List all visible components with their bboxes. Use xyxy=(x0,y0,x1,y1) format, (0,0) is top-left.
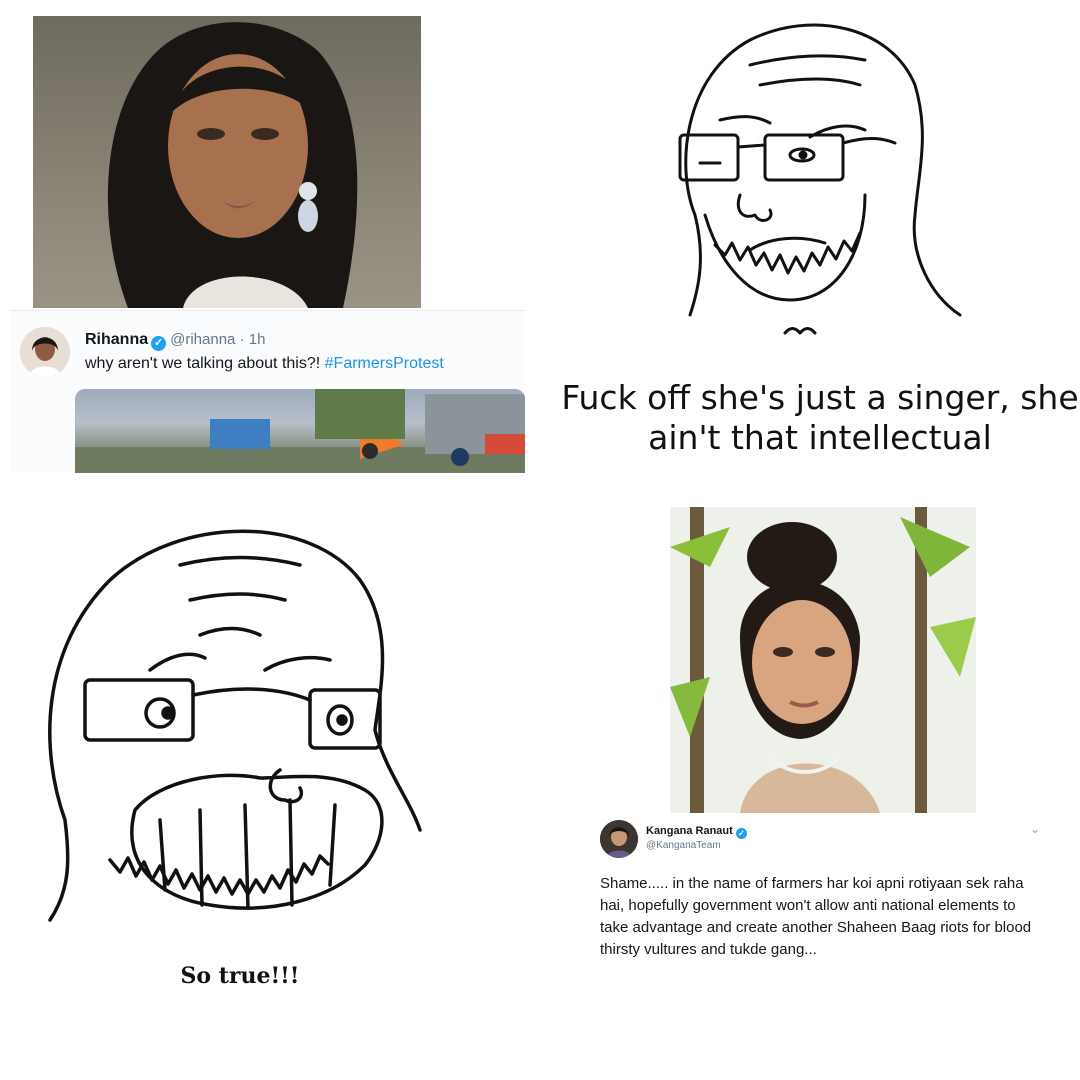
tweet-media-image[interactable] xyxy=(75,389,525,473)
kangana-photo xyxy=(670,507,976,813)
tweet-author-name[interactable]: Kangana Ranaut xyxy=(646,825,733,837)
tweet-author-handle[interactable]: @KanganaTeam xyxy=(646,840,721,851)
rihanna-portrait-illustration xyxy=(107,22,358,308)
tweet-body-text: why aren't we talking about this?! xyxy=(85,355,325,372)
chevron-down-icon[interactable]: ⌄ xyxy=(1030,822,1040,836)
kangana-portrait-illustration xyxy=(670,507,976,813)
meme-caption-bottom: So true!!! xyxy=(180,963,300,989)
rihanna-tweet-card[interactable]: Rihanna ✓ @rihanna · 1h why aren't we talk… xyxy=(10,310,525,473)
hashtag-link[interactable]: #FarmersProtest xyxy=(325,355,444,372)
wojak-glasses-drawing xyxy=(678,23,962,335)
verified-badge-icon: ✓ xyxy=(151,336,167,351)
grinning-wojak-drawing xyxy=(48,529,422,922)
tweet-author-handle[interactable]: @rihanna · 1h xyxy=(170,331,265,348)
kangana-avatar[interactable] xyxy=(600,820,638,858)
meme-caption-top: Fuck off she's just a singer, she ain't … xyxy=(561,378,1079,457)
tweet-body-text: Shame..... in the name of farmers har ko… xyxy=(600,875,1032,958)
rihanna-photo xyxy=(33,16,421,308)
verified-badge-icon: ✓ xyxy=(735,828,747,839)
tweet-author-name[interactable]: Rihanna xyxy=(85,331,148,348)
rihanna-avatar[interactable] xyxy=(20,327,70,377)
